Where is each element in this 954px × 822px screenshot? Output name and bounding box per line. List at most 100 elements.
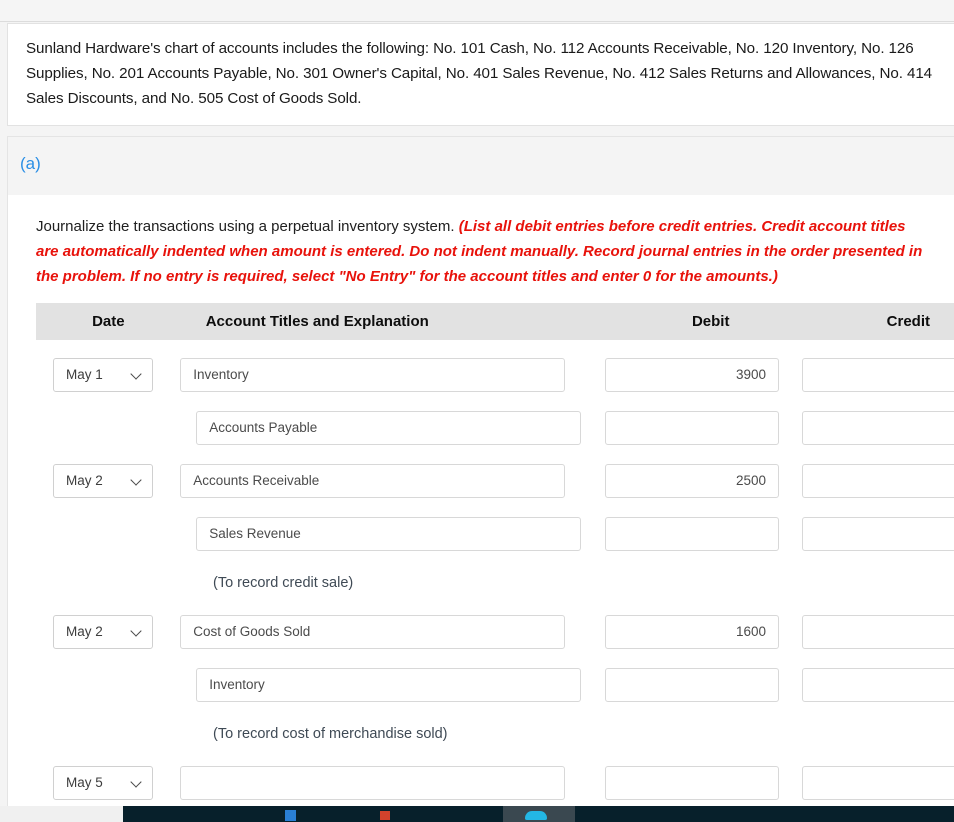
table-row: Accounts Payable 3 — [36, 401, 954, 454]
cell-date: May 2 — [36, 463, 180, 498]
credit-amount-input[interactable]: 1 — [802, 667, 954, 702]
memo-text: (To record cost of merchandise sold) — [213, 725, 448, 742]
date-select-value: May 1 — [66, 367, 103, 382]
credit-amount-input[interactable]: 2 — [802, 516, 954, 551]
table-row: May 2 Cost of Goods Sold 1600 — [36, 605, 954, 658]
column-header-account: Account Titles and Explanation — [205, 313, 429, 330]
account-title-value: Sales Revenue — [209, 526, 301, 541]
chevron-down-icon — [132, 475, 143, 486]
column-header-date: Date — [92, 313, 125, 330]
cell-date — [36, 517, 180, 551]
memo-row: (To record credit sale) — [36, 560, 954, 605]
debit-amount-value: 3900 — [735, 367, 766, 382]
cell-account — [180, 765, 584, 800]
account-title-input[interactable]: Cost of Goods Sold — [180, 614, 566, 649]
account-title-value: Inventory — [209, 677, 265, 692]
cell-debit — [584, 410, 779, 445]
debit-amount-input[interactable]: 2500 — [605, 463, 779, 498]
cell-credit — [779, 614, 954, 649]
account-title-input[interactable]: Inventory — [196, 667, 582, 702]
memo-text: (To record credit sale) — [213, 574, 354, 591]
cell-credit: 3 — [779, 410, 954, 445]
cell-credit — [779, 463, 954, 498]
cell-account: Cost of Goods Sold — [180, 614, 584, 649]
memo-row: (To record cost of merchandise sold) — [36, 711, 954, 756]
account-title-input[interactable]: Accounts Payable — [196, 410, 582, 445]
part-a-band: (a) — [7, 136, 954, 195]
chevron-down-icon — [132, 626, 143, 637]
cell-debit: 3900 — [584, 357, 779, 392]
journal-body-card: Journalize the transactions using a perp… — [7, 195, 954, 822]
account-title-input[interactable]: Accounts Receivable — [180, 463, 566, 498]
taskbar-app-icon-blue[interactable] — [285, 810, 296, 821]
debit-amount-input[interactable] — [605, 410, 779, 445]
date-select[interactable]: May 2 — [53, 463, 153, 498]
problem-statement-text: Sunland Hardware's chart of accounts inc… — [26, 40, 933, 107]
cell-debit — [584, 765, 779, 800]
page-root: Sunland Hardware's chart of accounts inc… — [0, 0, 954, 822]
account-title-value: Accounts Receivable — [193, 473, 320, 488]
debit-amount-input[interactable] — [605, 765, 779, 800]
account-title-input[interactable]: Inventory — [180, 357, 566, 392]
cell-account: Inventory — [180, 667, 584, 702]
debit-amount-value: 2500 — [735, 473, 766, 488]
top-strip — [0, 0, 954, 22]
account-title-input[interactable]: Sales Revenue — [196, 516, 582, 551]
instructions-plain-text: Journalize the transactions using a perp… — [36, 218, 455, 235]
credit-amount-input[interactable] — [802, 765, 954, 800]
chevron-down-icon — [132, 369, 143, 380]
credit-amount-input[interactable]: 3 — [802, 410, 954, 445]
cell-date — [36, 411, 180, 445]
instructions-block: Journalize the transactions using a perp… — [36, 214, 926, 289]
table-header-row: Date Account Titles and Explanation Debi… — [36, 303, 954, 340]
debit-amount-input[interactable]: 1600 — [605, 614, 779, 649]
date-select[interactable]: May 5 — [53, 765, 153, 800]
cell-date: May 5 — [36, 765, 180, 800]
date-select-value: May 2 — [66, 473, 103, 488]
date-select[interactable]: May 1 — [53, 357, 153, 392]
column-header-debit: Debit — [691, 313, 730, 330]
debit-amount-value: 1600 — [735, 624, 766, 639]
cell-credit: 1 — [779, 667, 954, 702]
cell-account: Accounts Payable — [180, 410, 584, 445]
table-row: May 1 Inventory 3900 — [36, 348, 954, 401]
taskbar-app-icon-red[interactable] — [380, 811, 390, 820]
table-body: May 1 Inventory 3900 Accounts Payable 3 May 2… — [36, 340, 954, 822]
cell-debit: 1600 — [584, 614, 779, 649]
problem-statement-card: Sunland Hardware's chart of accounts inc… — [7, 23, 954, 126]
debit-amount-input[interactable]: 3900 — [605, 357, 779, 392]
cell-credit — [779, 357, 954, 392]
debit-amount-input[interactable] — [605, 516, 779, 551]
cell-date: May 1 — [36, 357, 180, 392]
journal-entry-table: Date Account Titles and Explanation Debi… — [36, 303, 954, 822]
cell-account: Inventory — [180, 357, 584, 392]
cell-date: May 2 — [36, 614, 180, 649]
credit-amount-input[interactable] — [802, 357, 954, 392]
account-title-value: Inventory — [193, 367, 249, 382]
cell-debit — [584, 516, 779, 551]
date-select-value: May 5 — [66, 775, 103, 790]
os-taskbar[interactable] — [0, 806, 954, 822]
account-title-value: Cost of Goods Sold — [193, 624, 311, 639]
cell-credit — [779, 765, 954, 800]
date-select[interactable]: May 2 — [53, 614, 153, 649]
cell-debit: 2500 — [584, 463, 779, 498]
account-title-input[interactable] — [180, 765, 566, 800]
table-row: May 5 — [36, 756, 954, 809]
table-row: May 2 Accounts Receivable 2500 — [36, 454, 954, 507]
taskbar-app-icon-cyan[interactable] — [525, 811, 547, 820]
taskbar-start-button[interactable] — [0, 806, 123, 822]
cell-debit — [584, 667, 779, 702]
cell-account: Sales Revenue — [180, 516, 584, 551]
cell-credit: 2 — [779, 516, 954, 551]
debit-amount-input[interactable] — [605, 667, 779, 702]
chevron-down-icon — [132, 777, 143, 788]
date-select-value: May 2 — [66, 624, 103, 639]
cell-account: Accounts Receivable — [180, 463, 584, 498]
table-row: Sales Revenue 2 — [36, 507, 954, 560]
table-row: Inventory 1 — [36, 658, 954, 711]
credit-amount-input[interactable] — [802, 614, 954, 649]
account-title-value: Accounts Payable — [209, 420, 318, 435]
part-label: (a) — [20, 154, 41, 173]
credit-amount-input[interactable] — [802, 463, 954, 498]
